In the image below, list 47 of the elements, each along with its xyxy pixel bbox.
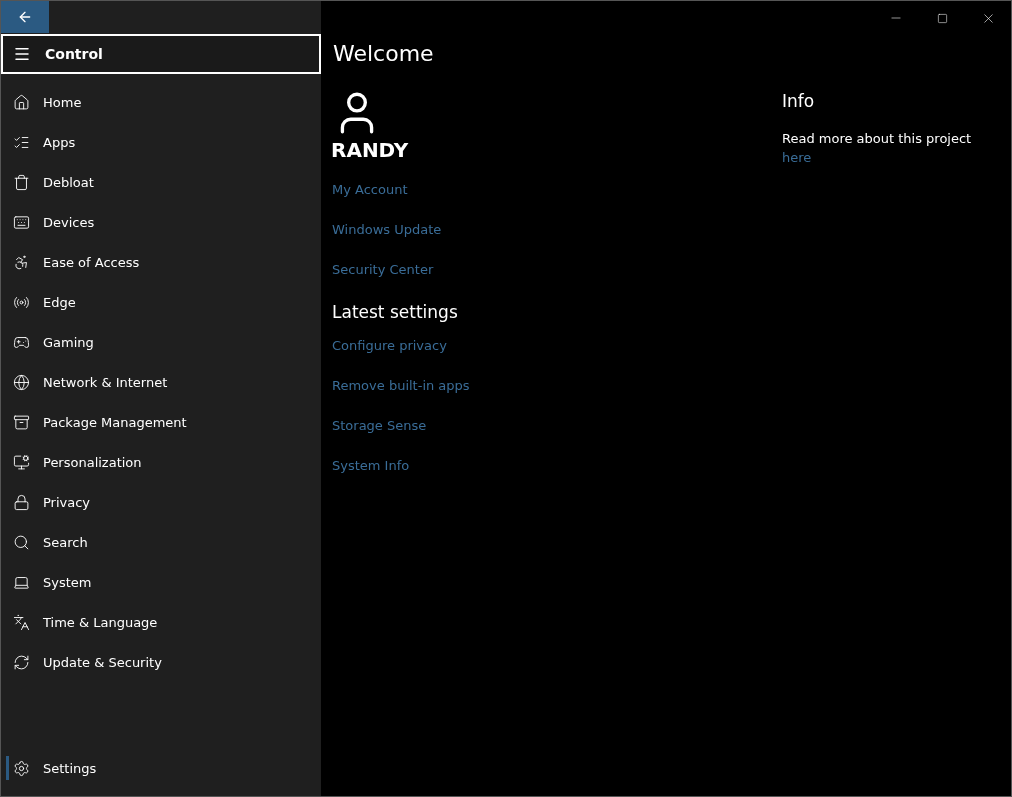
nav-item[interactable]: Time & Language [1, 602, 321, 642]
nav-item[interactable]: Update & Security [1, 642, 321, 682]
nav-item[interactable]: Apps [1, 122, 321, 162]
account-link[interactable]: Windows Update [332, 210, 782, 250]
back-button[interactable] [1, 1, 49, 33]
refresh-icon [13, 653, 30, 671]
page-title: Welcome [333, 41, 435, 66]
pane-title: Control [45, 46, 103, 62]
languages-icon [13, 613, 30, 631]
setting-link[interactable]: Remove built-in apps [332, 366, 782, 406]
nav-item[interactable]: System [1, 562, 321, 602]
setting-link[interactable]: Storage Sense [332, 406, 782, 446]
maximize-icon [936, 12, 948, 24]
nav-item[interactable]: Devices [1, 202, 321, 242]
project-link[interactable]: here [782, 150, 972, 165]
keyboard-icon [13, 213, 30, 231]
globe-icon [13, 373, 30, 391]
nav-item[interactable]: Edge [1, 282, 321, 322]
account-link[interactable]: Security Center [332, 250, 782, 290]
nav-item[interactable]: Settings [1, 748, 321, 788]
menu-icon[interactable] [13, 45, 31, 63]
user-name: RANDY [331, 138, 410, 162]
account-link[interactable]: My Account [332, 170, 782, 210]
accessibility-icon [13, 253, 30, 271]
nav-item[interactable]: Home [1, 82, 321, 122]
nav-item[interactable]: Network & Internet [1, 362, 321, 402]
info-heading: Info [782, 91, 816, 111]
nav-item[interactable]: Search [1, 522, 321, 562]
setting-link[interactable]: System Info [332, 446, 782, 486]
nav-item[interactable]: Personalization [1, 442, 321, 482]
search-icon [13, 533, 30, 551]
nav-item[interactable]: Gaming [1, 322, 321, 362]
setting-link[interactable]: Configure privacy [332, 326, 782, 366]
nav-item[interactable]: Debloat [1, 162, 321, 202]
nav-item[interactable]: Privacy [1, 482, 321, 522]
back-arrow-icon [17, 9, 33, 25]
nav-item[interactable]: Ease of Access [1, 242, 321, 282]
home-icon [13, 93, 30, 111]
monitor-icon [13, 453, 30, 471]
settings-icon [13, 759, 30, 777]
pane-header[interactable]: Control [1, 34, 321, 74]
info-text: Read more about this project [782, 131, 972, 146]
trash-icon [13, 173, 30, 191]
archive-icon [13, 413, 30, 431]
lock-icon [13, 493, 30, 511]
nav-item[interactable]: Package Management [1, 402, 321, 442]
section-heading: Latest settings [332, 302, 459, 322]
